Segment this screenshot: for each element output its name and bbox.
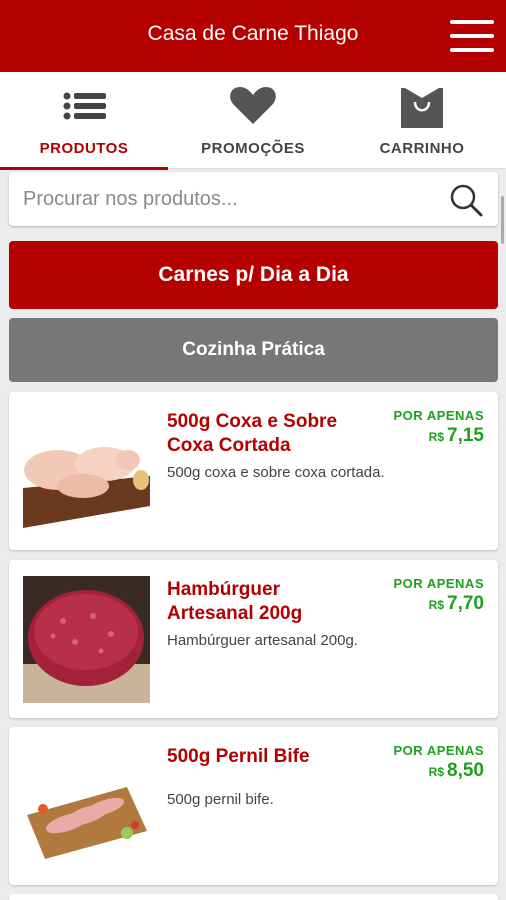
product-card-partial[interactable] bbox=[9, 894, 498, 900]
product-description: Hambúrguer artesanal 200g. bbox=[167, 632, 358, 649]
product-description: 500g pernil bife. bbox=[167, 791, 274, 808]
price-value: 8,50 bbox=[447, 760, 484, 781]
price-prefix: POR APENAS bbox=[393, 743, 484, 758]
product-card[interactable]: Hambúrguer Artesanal 200g Hambúrguer art… bbox=[9, 560, 498, 718]
product-price: R$ 7,70 bbox=[429, 593, 484, 615]
currency: R$ bbox=[428, 598, 445, 612]
product-card[interactable]: 500g Coxa e Sobre Coxa Cortada 500g coxa… bbox=[9, 392, 498, 550]
tab-carrinho[interactable]: CARRINHO bbox=[338, 72, 506, 169]
app-title: Casa de Carne Thiago bbox=[147, 22, 359, 45]
price-value: 7,15 bbox=[447, 425, 484, 446]
hamburger-menu-icon[interactable] bbox=[450, 18, 494, 54]
product-price: R$ 7,15 bbox=[429, 425, 484, 447]
tab-produtos-label: PRODUTOS bbox=[39, 140, 129, 157]
product-name: 500g Coxa e Sobre Coxa Cortada bbox=[167, 411, 338, 456]
list-icon bbox=[63, 92, 106, 120]
product-description: 500g coxa e sobre coxa cortada. bbox=[167, 464, 385, 481]
tab-promocoes[interactable]: PROMOÇÕES bbox=[169, 72, 337, 169]
product-name: Hambúrguer Artesanal 200g bbox=[167, 579, 303, 624]
product-price: R$ 8,50 bbox=[429, 760, 484, 782]
product-name: 500g Pernil Bife bbox=[167, 746, 310, 767]
scrollbar[interactable] bbox=[501, 196, 504, 244]
top-bar: Casa de Carne Thiago bbox=[0, 0, 506, 72]
search-input[interactable] bbox=[23, 180, 423, 218]
currency: R$ bbox=[428, 430, 445, 444]
category-carnes-dia-a-dia[interactable]: Carnes p/ Dia a Dia bbox=[9, 241, 498, 309]
product-card[interactable]: 500g Pernil Bife 500g pernil bife. POR A… bbox=[9, 727, 498, 885]
tab-carrinho-label: CARRINHO bbox=[379, 140, 465, 157]
price-prefix: POR APENAS bbox=[393, 408, 484, 423]
category-cozinha-pratica[interactable]: Cozinha Prática bbox=[9, 318, 498, 382]
shopping-bag-icon bbox=[401, 88, 443, 128]
heart-icon bbox=[230, 87, 276, 124]
tab-promocoes-label: PROMOÇÕES bbox=[201, 140, 305, 157]
product-image-burger bbox=[23, 576, 150, 703]
tab-bar: PRODUTOS PROMOÇÕES CARRINHO bbox=[0, 72, 506, 170]
tab-produtos[interactable]: PRODUTOS bbox=[0, 72, 168, 170]
price-value: 7,70 bbox=[447, 593, 484, 614]
search-bar bbox=[9, 172, 498, 226]
product-image-chicken bbox=[23, 408, 150, 535]
search-icon[interactable] bbox=[448, 182, 484, 218]
product-image-pork bbox=[23, 743, 150, 870]
active-tab-indicator bbox=[0, 167, 168, 170]
price-prefix: POR APENAS bbox=[393, 576, 484, 591]
currency: R$ bbox=[428, 765, 445, 779]
